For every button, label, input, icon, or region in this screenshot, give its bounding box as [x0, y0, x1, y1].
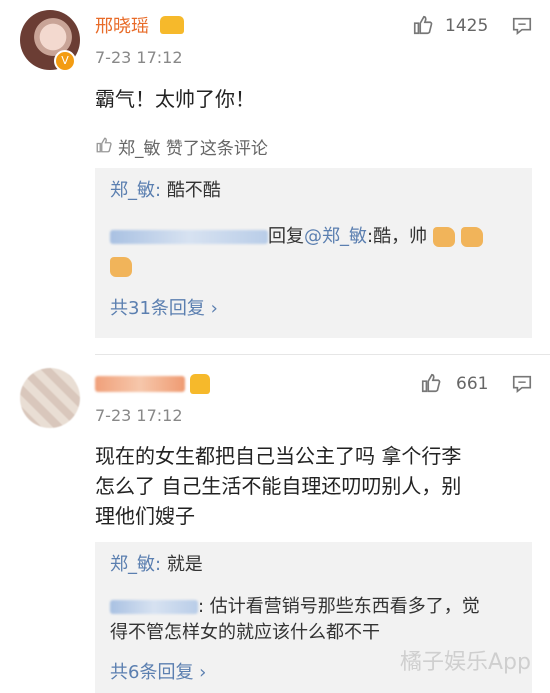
- reply-author[interactable]: 郑_敏:: [110, 180, 161, 201]
- comment-text-line: 理他们嫂子: [95, 504, 195, 528]
- thumb-up-icon[interactable]: [412, 14, 434, 36]
- reply-text: : 估计看营销号那些东西看多了，觉: [198, 596, 480, 617]
- crown-badge-icon: [190, 374, 210, 394]
- reply-text: 得不管怎样女的就应该什么都不干: [110, 622, 380, 643]
- username[interactable]: 邢晓瑶: [95, 12, 149, 38]
- thumbs-up-emoji-icon: [460, 227, 483, 247]
- more-replies-link[interactable]: 共31条回复 ›: [110, 296, 218, 322]
- comment-text: 霸气！太帅了你！: [95, 87, 255, 111]
- reply-author[interactable]: 郑_敏:: [110, 554, 161, 575]
- liked-by-text: 郑_敏 赞了这条评论: [118, 139, 268, 159]
- reply-text: 酷不酷: [166, 180, 221, 201]
- like-count: 661: [456, 374, 489, 394]
- reply-mention[interactable]: @郑_敏: [304, 226, 367, 247]
- comment-text-line: 现在的女生都把自己当公主了吗 拿个行李: [95, 444, 462, 468]
- comment-text-line: 怎么了 自己生活不能自理还叨叨别人，别: [95, 474, 462, 498]
- reply-row: 郑_敏: 就是: [110, 552, 203, 578]
- crown-badge-icon: [160, 16, 184, 34]
- comment-text: 现在的女生都把自己当公主了吗 拿个行李 怎么了 自己生活不能自理还叨叨别人，别 …: [95, 441, 535, 531]
- blurred-username: [110, 230, 268, 244]
- comment-icon[interactable]: [510, 373, 534, 395]
- more-replies-link[interactable]: 共6条回复 ›: [110, 660, 206, 686]
- thumb-up-icon[interactable]: [420, 372, 442, 394]
- comment-time: 7-23 17:12: [95, 48, 183, 67]
- reply-text: 就是: [166, 554, 203, 575]
- reply-text: :酷，帅: [367, 226, 428, 247]
- reply-row: [110, 256, 132, 277]
- thumbs-up-emoji-icon: [110, 256, 132, 277]
- thumb-up-icon: [96, 137, 112, 153]
- comment-time: 7-23 17:12: [95, 406, 183, 425]
- reply-row: 回复@郑_敏:酷，帅: [110, 224, 520, 250]
- reply-row: : 估计看营销号那些东西看多了，觉 得不管怎样女的就应该什么都不干: [110, 594, 520, 646]
- blurred-username[interactable]: [95, 376, 185, 392]
- divider: [95, 354, 550, 355]
- comment-icon[interactable]: [510, 15, 534, 37]
- reply-row: 郑_敏: 酷不酷: [110, 178, 221, 204]
- avatar[interactable]: [20, 368, 80, 428]
- thumbs-up-emoji-icon: [432, 227, 455, 247]
- reply-prefix: 回复: [268, 226, 304, 247]
- verified-badge-icon: V: [54, 50, 76, 72]
- watermark: 橘子娱乐App: [400, 650, 531, 675]
- blurred-username: [110, 600, 198, 614]
- like-count: 1425: [445, 16, 489, 36]
